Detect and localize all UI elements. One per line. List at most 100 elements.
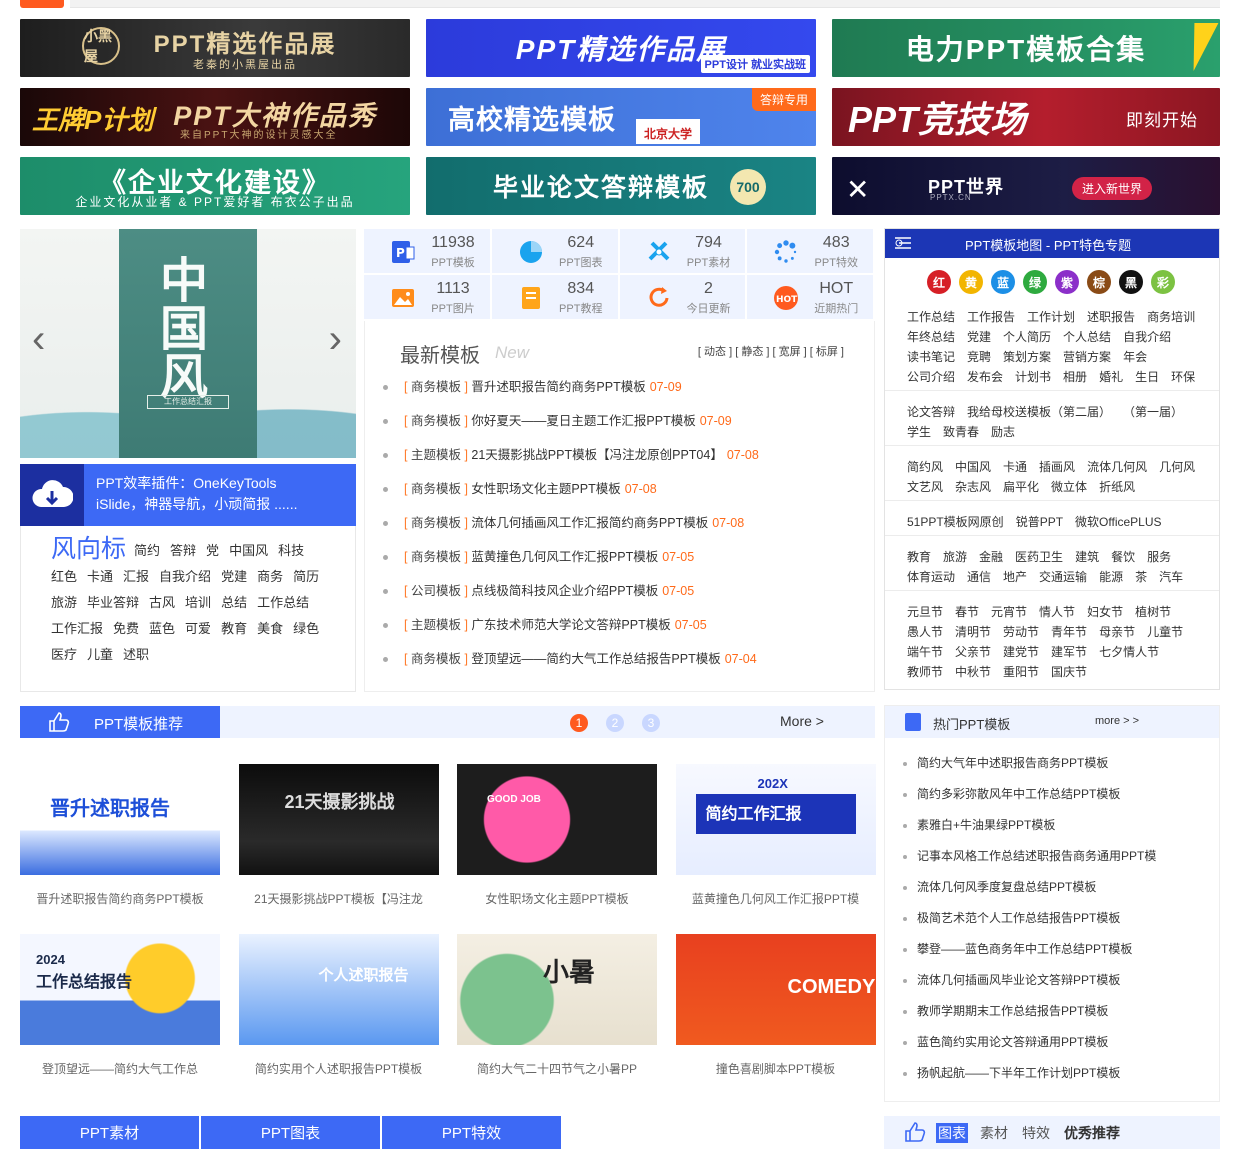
template-caption[interactable]: 撞色喜剧脚本PPT模板 xyxy=(676,1060,876,1077)
map-tag[interactable]: 父亲节 xyxy=(955,642,991,662)
map-tag[interactable]: 交通运输 xyxy=(1039,567,1087,587)
stat-book[interactable]: 834 PPT教程 xyxy=(491,275,620,321)
map-tag[interactable]: 扁平化 xyxy=(1003,477,1039,497)
map-tag[interactable]: 文艺风 xyxy=(907,477,943,497)
map-tag[interactable]: 策划方案 xyxy=(1003,347,1051,367)
stat-ppt-doc[interactable]: P 11938 PPT模板 xyxy=(364,229,492,275)
template-card[interactable]: 简约工作汇报 202X 蓝黄撞色几何风工作汇报PPT模 xyxy=(675,764,876,911)
map-tag[interactable]: 金融 xyxy=(979,547,1003,567)
map-tag[interactable]: 简约风 xyxy=(907,457,943,477)
hot-item[interactable]: 素雅白+牛油果绿PPT模板 xyxy=(903,816,1156,847)
map-tag[interactable]: 愚人节 xyxy=(907,622,943,642)
map-tag[interactable]: 发布会 xyxy=(967,367,1003,387)
hot-item[interactable]: 蓝色简约实用论文答辩通用PPT模板 xyxy=(903,1033,1156,1064)
template-link[interactable]: 女性职场文化主题PPT模板 xyxy=(471,482,620,496)
map-tag[interactable]: 教育 xyxy=(907,547,931,567)
category-link[interactable]: [ 主题模板 ] xyxy=(404,618,471,632)
template-caption[interactable]: 登顶望远——简约大气工作总 xyxy=(20,1060,220,1077)
more-link[interactable]: More > xyxy=(780,713,824,729)
trend-tag[interactable]: 儿童 xyxy=(87,642,113,668)
template-caption[interactable]: 蓝黄撞色几何风工作汇报PPT模 xyxy=(676,890,876,907)
map-tag[interactable]: 51PPT模板网原创 xyxy=(907,512,1004,532)
template-caption[interactable]: 21天摄影挑战PPT模板【冯注龙 xyxy=(239,890,439,907)
hot-item[interactable]: 极简艺术范个人工作总结报告PPT模板 xyxy=(903,909,1156,940)
map-tag[interactable]: 公司介绍 xyxy=(907,367,955,387)
trend-tag[interactable]: 汇报 xyxy=(123,564,149,590)
slider-next-arrow[interactable]: › xyxy=(329,317,342,362)
right-tab[interactable]: 素材 xyxy=(978,1123,1010,1143)
page-dot[interactable]: 1 xyxy=(570,714,588,732)
trend-tag[interactable]: 工作总结 xyxy=(257,590,309,616)
page-dot[interactable]: 3 xyxy=(642,714,660,732)
template-link[interactable]: 你好夏天——夏日主题工作汇报PPT模板 xyxy=(471,414,695,428)
template-caption[interactable]: 简约大气二十四节气之小暑PP xyxy=(457,1060,657,1077)
trend-tag[interactable]: 卡通 xyxy=(87,564,113,590)
map-tag[interactable]: （第一届） xyxy=(1123,402,1183,422)
template-thumbnail[interactable]: 个人述职报告 xyxy=(238,934,439,1045)
right-tab[interactable]: 图表 xyxy=(936,1123,968,1143)
trend-tag[interactable]: 述职 xyxy=(123,642,149,668)
map-tag[interactable]: 元宵节 xyxy=(991,602,1027,622)
color-chip[interactable]: 棕 xyxy=(1087,270,1111,294)
map-tag[interactable]: 自我介绍 xyxy=(1123,327,1171,347)
tab-charts[interactable]: PPT图表 xyxy=(201,1116,380,1149)
trend-tag[interactable]: 科技 xyxy=(278,538,304,564)
slide-card[interactable]: 中国风 工作总结汇报 xyxy=(119,229,257,458)
trend-tag[interactable]: 简约 xyxy=(134,538,160,564)
banner-college-templates[interactable]: 高校精选模板 答辩专用 北京大学 xyxy=(426,88,816,146)
map-tag[interactable]: 年会 xyxy=(1123,347,1147,367)
stat-tools[interactable]: 794 PPT素材 xyxy=(619,229,748,275)
hot-item[interactable]: 扬帆起航——下半年工作计划PPT模板 xyxy=(903,1064,1156,1095)
map-tag[interactable]: 情人节 xyxy=(1039,602,1075,622)
trend-tag[interactable]: 自我介绍 xyxy=(159,564,211,590)
banner-ppt-showcase-dark[interactable]: 小黑屋 PPT精选作品展 老秦的小黑屋出品 xyxy=(20,19,410,77)
template-card[interactable]: 个人述职报告 简约实用个人述职报告PPT模板 xyxy=(238,934,439,1081)
color-chip[interactable]: 蓝 xyxy=(991,270,1015,294)
map-tag[interactable]: 杂志风 xyxy=(955,477,991,497)
template-card[interactable]: 晋升述职报告 晋升述职报告简约商务PPT模板 xyxy=(20,764,220,911)
color-chip[interactable]: 红 xyxy=(927,270,951,294)
map-tag[interactable]: 妇女节 xyxy=(1087,602,1123,622)
map-tag[interactable]: 体育运动 xyxy=(907,567,955,587)
map-tag[interactable]: 服务 xyxy=(1147,547,1171,567)
map-tag[interactable]: 通信 xyxy=(967,567,991,587)
trend-tag[interactable]: 总结 xyxy=(221,590,247,616)
template-card[interactable]: GOOD JOB 女性职场文化主题PPT模板 xyxy=(457,764,657,911)
map-tag[interactable]: 茶 xyxy=(1135,567,1147,587)
map-tag[interactable]: 儿童节 xyxy=(1147,622,1183,642)
page-dot[interactable]: 2 xyxy=(606,714,624,732)
start-now-link[interactable]: 即刻开始 xyxy=(1126,106,1198,131)
map-tag[interactable]: 商务培训 xyxy=(1147,307,1195,327)
category-link[interactable]: [ 商务模板 ] xyxy=(404,482,471,496)
trend-tag[interactable]: 免费 xyxy=(113,616,139,642)
recommend-tab[interactable]: PPT模板推荐 xyxy=(20,706,220,738)
trend-tag[interactable]: 美食 xyxy=(257,616,283,642)
category-link[interactable]: [ 公司模板 ] xyxy=(404,584,471,598)
map-tag[interactable]: 环保 xyxy=(1171,367,1195,387)
map-tag[interactable]: 重阳节 xyxy=(1003,662,1039,682)
trend-tag[interactable]: 绿色 xyxy=(293,616,319,642)
map-tag[interactable]: 婚礼 xyxy=(1099,367,1123,387)
color-chip[interactable]: 黄 xyxy=(959,270,983,294)
trend-tag[interactable]: 旅游 xyxy=(51,590,77,616)
map-tag[interactable]: 锐普PPT xyxy=(1016,512,1063,532)
map-tag[interactable]: 工作总结 xyxy=(907,307,955,327)
map-tag[interactable]: 计划书 xyxy=(1015,367,1051,387)
trend-tag[interactable]: 蓝色 xyxy=(149,616,175,642)
template-link[interactable]: 点线极简科技风企业介绍PPT模板 xyxy=(471,584,658,598)
category-link[interactable]: [ 主题模板 ] xyxy=(404,448,471,462)
map-tag[interactable]: 几何风 xyxy=(1159,457,1195,477)
hot-more-link[interactable]: more > > xyxy=(1095,715,1139,727)
trend-tag[interactable]: 简历 xyxy=(293,564,319,590)
trend-tag[interactable]: 答辩 xyxy=(170,538,196,564)
trend-tag[interactable]: 中国风 xyxy=(229,538,268,564)
trend-tag[interactable]: 商务 xyxy=(257,564,283,590)
map-tag[interactable]: 读书笔记 xyxy=(907,347,955,367)
template-card[interactable]: 21天摄影挑战 21天摄影挑战PPT模板【冯注龙 xyxy=(238,764,439,911)
latest-filters[interactable]: [ 动态 ] [ 静态 ] [ 宽屏 ] [ 标屏 ] xyxy=(698,343,844,359)
template-card[interactable]: 小暑 简约大气二十四节气之小暑PP xyxy=(457,934,657,1081)
template-card[interactable]: 工作总结报告 2024 登顶望远——简约大气工作总 xyxy=(20,934,220,1081)
plugin-promo[interactable]: PPT效率插件：OneKeyTools iSlide，神器导航，小顽简报 ...… xyxy=(20,464,356,526)
trend-tag[interactable]: 医疗 xyxy=(51,642,77,668)
map-tag[interactable]: 工作计划 xyxy=(1027,307,1075,327)
